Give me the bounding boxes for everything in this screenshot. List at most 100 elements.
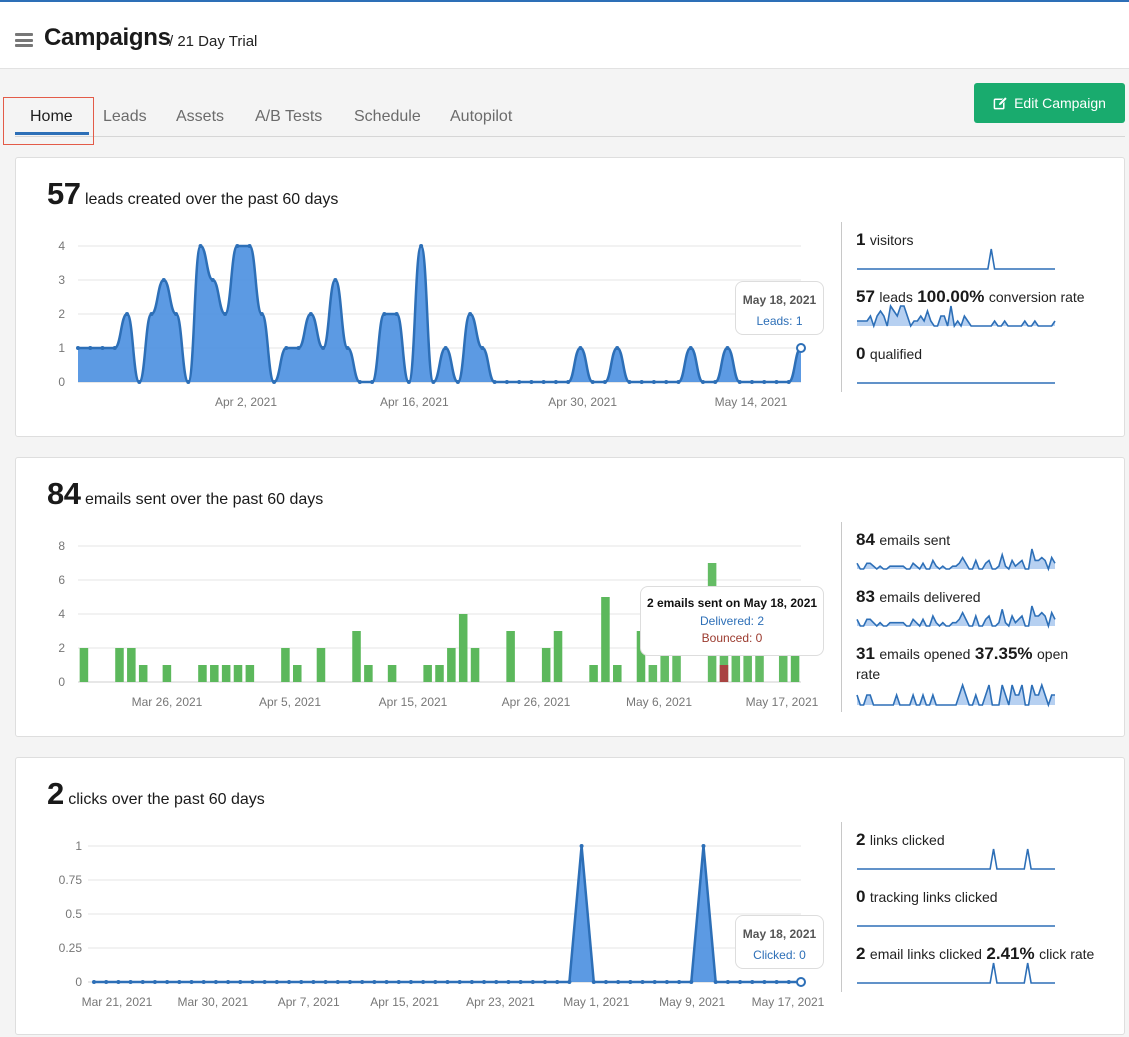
clicks-point [384, 980, 389, 984]
leads-x-tick: Apr 30, 2021 [548, 395, 617, 409]
clicks-point [128, 980, 133, 984]
clicks-point [238, 980, 243, 984]
leads-point [284, 346, 289, 350]
leads-point [602, 380, 607, 384]
leads-point [308, 312, 313, 316]
emails-divider [841, 522, 842, 712]
links-clicked-sparkline [857, 848, 1055, 870]
emails-panel: 84 emails sent over the past 60 days 024… [15, 457, 1125, 737]
tab-schedule[interactable]: Schedule [354, 108, 421, 126]
sparkline-line [856, 682, 1055, 708]
clicks-divider [841, 822, 842, 992]
leads-x-tick: Apr 16, 2021 [380, 395, 449, 409]
leads-point [796, 343, 806, 353]
leads-point [223, 312, 228, 316]
leads-tooltip-date: May 18, 2021 [742, 293, 817, 307]
clicks-point [591, 980, 596, 984]
leads-divider [841, 222, 842, 392]
clicks-point [774, 980, 779, 984]
emails-bar [589, 665, 598, 682]
clicks-point [506, 980, 511, 984]
edit-campaign-button[interactable]: Edit Campaign [974, 83, 1125, 123]
emails-y-tick: 2 [58, 641, 65, 655]
clicks-point [262, 980, 267, 984]
clicks-point [92, 980, 96, 984]
tab-leads[interactable]: Leads [103, 108, 147, 126]
leads-point [370, 380, 375, 384]
menu-icon[interactable] [15, 33, 33, 47]
emails-bar [458, 614, 468, 682]
sparkline-line [857, 848, 1055, 870]
emails-opened-label: emails opened [879, 646, 971, 662]
emails-opened-count: 31 [856, 644, 875, 663]
clicks-point [140, 980, 145, 984]
clicks-x-tick: Mar 30, 2021 [177, 995, 248, 1009]
clicks-point [628, 980, 633, 984]
emails-bar [387, 665, 397, 682]
leads-point [615, 346, 620, 350]
clicks-point [677, 980, 682, 984]
emails-bar [198, 665, 207, 682]
tab-ab-tests[interactable]: A/B Tests [255, 108, 322, 126]
leads-y-tick: 2 [58, 307, 65, 321]
clicks-point [652, 980, 657, 984]
clicks-point [299, 980, 304, 984]
clicks-point [250, 980, 255, 984]
clicks-point [189, 980, 194, 984]
leads-point [357, 380, 362, 384]
sparkline-line [857, 962, 1055, 984]
leads-point [541, 380, 546, 384]
emails-y-tick: 4 [58, 607, 65, 621]
leads-point [578, 346, 583, 350]
emails-x-tick: Apr 26, 2021 [502, 695, 571, 709]
emails-opened-sparkline [856, 682, 1055, 708]
leads-point [419, 244, 424, 248]
clicks-point [762, 980, 767, 984]
clicks-point [725, 980, 730, 984]
emails-bar [127, 648, 136, 682]
emails-bar [601, 597, 610, 682]
clicks-tooltip-date: May 18, 2021 [742, 927, 817, 941]
emails-bar [162, 665, 172, 682]
clicks-y-tick: 0.75 [59, 873, 83, 887]
emails-x-tick: May 6, 2021 [626, 695, 692, 709]
clicks-point [713, 980, 718, 984]
clicks-point [165, 980, 170, 984]
clicks-y-tick: 1 [75, 839, 82, 853]
clicks-point [347, 980, 352, 984]
clicks-point [152, 980, 157, 984]
sparkline-line [857, 303, 1056, 329]
emails-bar [293, 665, 302, 682]
emails-bar [233, 665, 243, 682]
emails-x-tick: Mar 26, 2021 [132, 695, 203, 709]
leads-x-tick: Apr 2, 2021 [215, 395, 277, 409]
emails-bar [553, 631, 563, 682]
leads-point [553, 380, 558, 384]
leads-point [749, 380, 754, 384]
emails-y-tick: 8 [58, 539, 65, 553]
leads-point [235, 244, 240, 248]
open-rate-value: 37.35% [974, 644, 1033, 663]
clicks-x-tick: May 1, 2021 [563, 995, 629, 1009]
clicks-point [396, 980, 401, 984]
clicks-point [201, 980, 206, 984]
clicks-point [421, 980, 426, 984]
clicks-point [287, 980, 292, 984]
leads-point [296, 346, 301, 350]
leads-point [517, 380, 522, 384]
clicks-point [738, 980, 743, 984]
leads-point [406, 380, 411, 384]
leads-point [210, 278, 215, 282]
clicks-y-tick: 0 [75, 975, 82, 989]
emails-bar [648, 665, 658, 682]
clicks-point [543, 980, 548, 984]
emails-bounced-bar [719, 665, 729, 682]
emails-y-tick: 0 [58, 675, 65, 689]
tab-assets[interactable]: Assets [176, 108, 224, 126]
email-links-sparkline [857, 962, 1055, 984]
emails-bar [245, 665, 255, 682]
clicks-x-tick: May 17, 2021 [752, 995, 825, 1009]
clicks-point [457, 980, 462, 984]
page-subtitle: / 21 Day Trial [169, 33, 258, 50]
tab-autopilot[interactable]: Autopilot [450, 108, 512, 126]
